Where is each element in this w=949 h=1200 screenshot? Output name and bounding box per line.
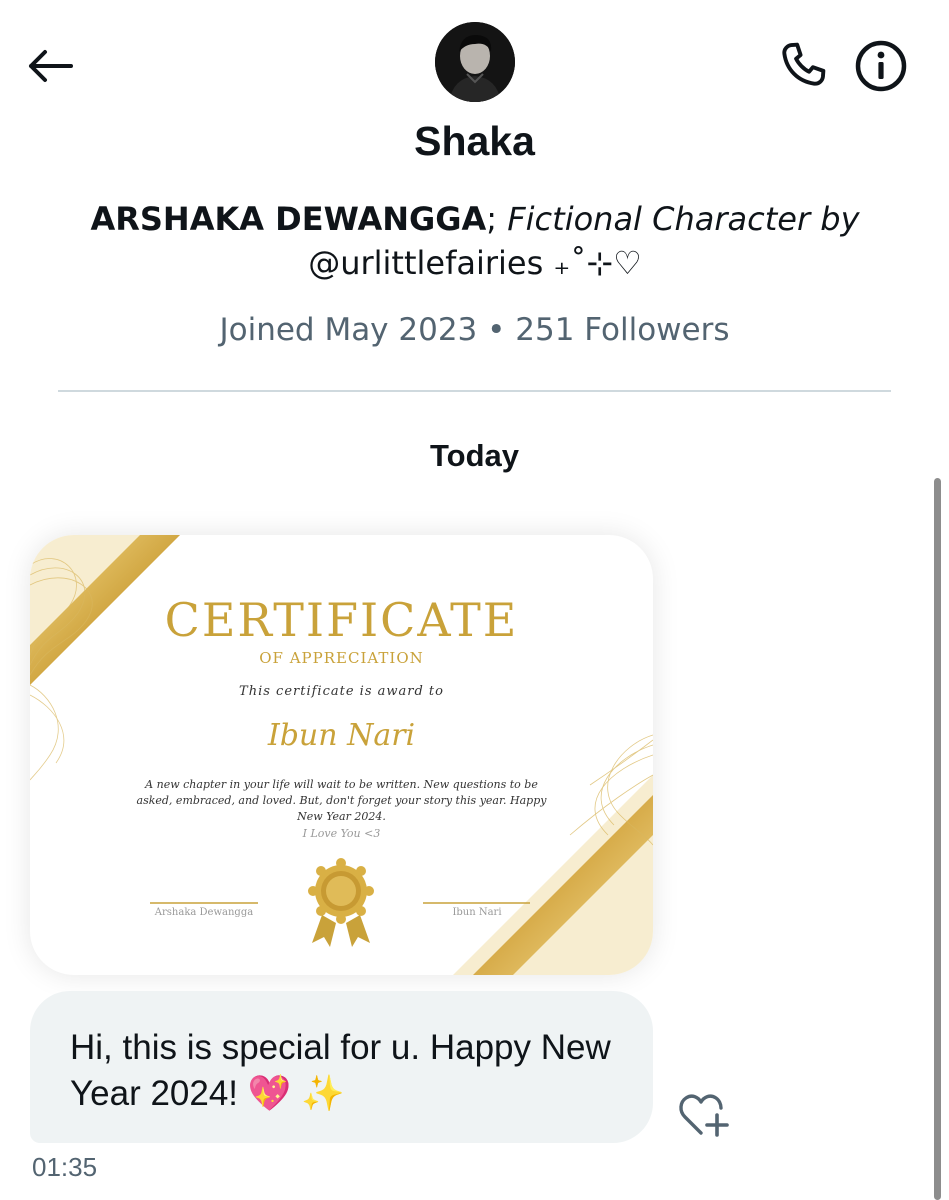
scrollbar[interactable] <box>934 478 941 1200</box>
bio-handle-link[interactable]: @urlittlefairies ₊˚⊹♡ <box>308 244 642 282</box>
message-bubble[interactable]: Hi, this is special for u. Happy New Yea… <box>30 991 653 1143</box>
certificate-awarded-line: This certificate is award to <box>239 684 444 699</box>
certificate-recipient: Ibun Nari <box>267 718 416 753</box>
message-timestamp: 01:35 <box>32 1152 98 1182</box>
profile-meta: Joined May 2023 • 251 Followers <box>219 312 730 348</box>
certificate-message: A new chapter in your life will wait to … <box>136 778 547 823</box>
certificate-title: CERTIFICATE <box>164 593 519 647</box>
react-button[interactable] <box>676 1092 730 1138</box>
divider <box>58 390 891 392</box>
date-separator: Today <box>430 438 519 473</box>
bio-description: Fictional Character by <box>507 200 860 238</box>
certificate-signer-left: Arshaka Dewangga <box>154 907 254 918</box>
info-icon <box>855 40 907 92</box>
bio-name: ARSHAKA DEWANGGA <box>90 200 487 238</box>
certificate-image[interactable]: CERTIFICATE OF APPRECIATION This certifi… <box>30 535 653 975</box>
info-button[interactable] <box>851 36 911 96</box>
certificate-love-note: I Love You <3 <box>302 827 381 840</box>
bio-separator: ; <box>486 200 498 238</box>
avatar[interactable] <box>435 22 515 102</box>
phone-icon <box>782 42 826 86</box>
call-button[interactable] <box>774 36 832 94</box>
certificate-signer-right: Ibun Nari <box>452 907 502 918</box>
top-bar <box>0 0 949 120</box>
message-text: Hi, this is special for u. Happy New Yea… <box>70 1028 611 1113</box>
profile-name[interactable]: Shaka <box>0 118 949 165</box>
back-button[interactable] <box>24 40 76 92</box>
profile-bio: ARSHAKA DEWANGGA; Fictional Character by… <box>90 197 860 285</box>
arrow-left-icon <box>29 50 73 82</box>
profile-photo <box>435 22 515 102</box>
certificate-subtitle: OF APPRECIATION <box>259 649 424 667</box>
heart-plus-icon <box>679 1094 729 1137</box>
